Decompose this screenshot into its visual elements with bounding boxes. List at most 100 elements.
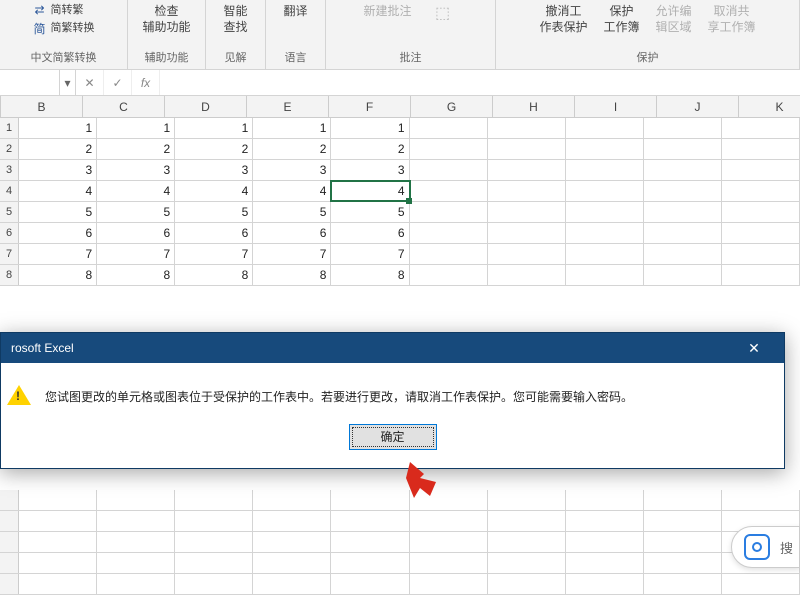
row-header[interactable] [0, 553, 19, 573]
cell[interactable] [566, 574, 644, 594]
cell[interactable]: 6 [175, 223, 253, 243]
row-header[interactable]: 3 [0, 160, 19, 180]
cell[interactable] [488, 532, 566, 552]
row-header[interactable]: 8 [0, 265, 19, 285]
cell[interactable]: 4 [175, 181, 253, 201]
cell[interactable] [566, 223, 644, 243]
cell[interactable] [253, 490, 331, 510]
cell[interactable]: 4 [19, 181, 97, 201]
cell[interactable] [722, 223, 800, 243]
row-header[interactable]: 7 [0, 244, 19, 264]
cell[interactable] [410, 574, 488, 594]
cell[interactable] [331, 553, 409, 573]
cell[interactable] [253, 574, 331, 594]
row-header[interactable]: 2 [0, 139, 19, 159]
cell[interactable] [410, 511, 488, 531]
cell[interactable] [175, 511, 253, 531]
cell[interactable]: 7 [19, 244, 97, 264]
insert-function-button[interactable]: fx [132, 70, 160, 95]
cell[interactable]: 6 [253, 223, 331, 243]
cell[interactable] [331, 574, 409, 594]
cell[interactable] [566, 553, 644, 573]
row-header[interactable]: 5 [0, 202, 19, 222]
cell[interactable] [488, 181, 566, 201]
cell[interactable]: 1 [253, 118, 331, 138]
cell[interactable] [566, 202, 644, 222]
cell[interactable] [566, 160, 644, 180]
cell[interactable]: 8 [175, 265, 253, 285]
cell[interactable] [97, 532, 175, 552]
cell[interactable] [488, 160, 566, 180]
cell[interactable] [488, 553, 566, 573]
cell[interactable]: 2 [253, 139, 331, 159]
column-header[interactable]: K [739, 96, 800, 117]
cell[interactable] [722, 490, 800, 510]
formula-input[interactable] [160, 70, 800, 95]
cell[interactable] [566, 139, 644, 159]
cell[interactable]: 6 [331, 223, 409, 243]
cell[interactable]: 2 [175, 139, 253, 159]
btn-jianfan-convert[interactable]: 简 简繁转换 [29, 20, 99, 37]
row-header[interactable] [0, 511, 19, 531]
cell[interactable] [566, 511, 644, 531]
cell[interactable]: 1 [19, 118, 97, 138]
cell[interactable] [331, 511, 409, 531]
cell[interactable] [722, 160, 800, 180]
cell[interactable]: 3 [331, 160, 409, 180]
dialog-close-button[interactable]: ✕ [734, 333, 774, 363]
column-header[interactable]: G [411, 96, 493, 117]
cell[interactable] [644, 181, 722, 201]
cell[interactable] [410, 490, 488, 510]
column-header[interactable]: I [575, 96, 657, 117]
btn-unprotect-sheet[interactable]: 撤消工 作表保护 [535, 2, 591, 37]
grid-lower[interactable] [0, 490, 800, 595]
cell[interactable]: 2 [331, 139, 409, 159]
cell[interactable]: 7 [253, 244, 331, 264]
cell[interactable] [488, 139, 566, 159]
cell[interactable]: 1 [175, 118, 253, 138]
cell[interactable] [644, 265, 722, 285]
cell[interactable] [410, 553, 488, 573]
cell[interactable] [19, 532, 97, 552]
cell[interactable] [175, 553, 253, 573]
row-header[interactable]: 4 [0, 181, 19, 201]
cell[interactable] [19, 553, 97, 573]
column-header[interactable]: F [329, 96, 411, 117]
cell[interactable] [488, 118, 566, 138]
cell[interactable] [566, 244, 644, 264]
cell[interactable] [644, 223, 722, 243]
cell[interactable] [253, 511, 331, 531]
cell[interactable] [488, 202, 566, 222]
btn-check-accessibility[interactable]: 检查 辅助功能 [138, 2, 194, 37]
btn-protect-workbook[interactable]: 保护 工作簿 [599, 2, 643, 37]
cell[interactable] [566, 118, 644, 138]
cell[interactable] [175, 532, 253, 552]
cell[interactable] [488, 511, 566, 531]
cell[interactable] [175, 490, 253, 510]
cell[interactable] [722, 265, 800, 285]
column-header[interactable]: C [83, 96, 165, 117]
cell[interactable] [644, 139, 722, 159]
cell[interactable] [722, 139, 800, 159]
cell[interactable] [488, 265, 566, 285]
cell[interactable]: 2 [19, 139, 97, 159]
column-header[interactable]: D [165, 96, 247, 117]
row-header[interactable]: 6 [0, 223, 19, 243]
cell[interactable]: 3 [175, 160, 253, 180]
cell[interactable] [566, 265, 644, 285]
cell[interactable] [566, 181, 644, 201]
column-header[interactable]: H [493, 96, 575, 117]
row-header[interactable] [0, 532, 19, 552]
cell[interactable]: 5 [19, 202, 97, 222]
cell[interactable] [488, 223, 566, 243]
cell[interactable]: 4 [253, 181, 331, 201]
cell[interactable] [253, 553, 331, 573]
cell[interactable]: 8 [19, 265, 97, 285]
cell[interactable] [722, 574, 800, 594]
cell[interactable] [722, 181, 800, 201]
cell[interactable] [97, 553, 175, 573]
cell[interactable] [644, 160, 722, 180]
cell[interactable] [488, 574, 566, 594]
cell[interactable]: 2 [97, 139, 175, 159]
cell[interactable] [410, 223, 488, 243]
